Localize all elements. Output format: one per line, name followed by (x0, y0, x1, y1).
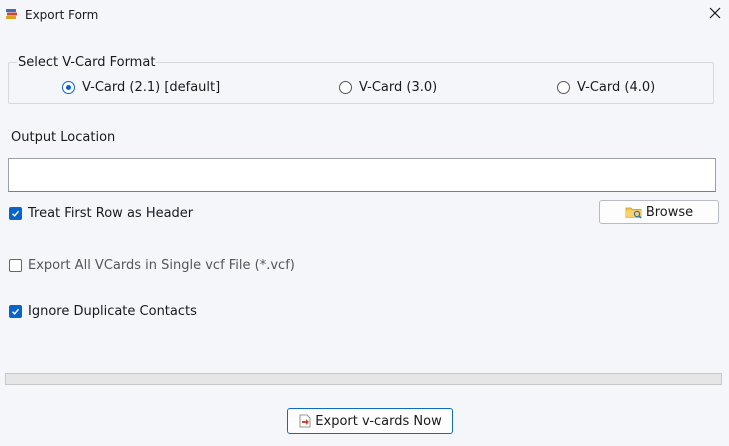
checkbox-indicator[interactable] (9, 259, 22, 272)
radio-indicator[interactable] (339, 81, 352, 94)
window-title: Export Form (25, 8, 99, 22)
radio-indicator[interactable] (557, 81, 570, 94)
export-vcards-button[interactable]: Export v-cards Now (287, 408, 453, 434)
output-location-input[interactable] (8, 158, 716, 192)
title-bar[interactable]: Export Form (0, 0, 729, 30)
radio-label: V-Card (2.1) [default] (82, 80, 221, 95)
first-row-header-checkbox[interactable]: Treat First Row as Header (9, 206, 193, 221)
radio-indicator[interactable] (62, 81, 75, 94)
vcard-format-legend: Select V-Card Format (17, 55, 157, 70)
close-icon (709, 7, 721, 23)
close-button[interactable] (700, 0, 729, 30)
checkbox-label: Export All VCards in Single vcf File (*.… (28, 258, 295, 273)
checkbox-indicator[interactable] (9, 305, 22, 318)
radio-vcard-2-1[interactable]: V-Card (2.1) [default] (62, 80, 220, 95)
books-icon (5, 7, 19, 21)
checkbox-label: Treat First Row as Header (28, 206, 194, 221)
browse-label: Browse (645, 204, 694, 220)
browse-button[interactable]: Browse (599, 200, 719, 224)
check-icon (12, 210, 20, 217)
radio-vcard-3-0[interactable]: V-Card (3.0) (339, 80, 437, 95)
radio-label: V-Card (4.0) (577, 80, 656, 95)
ignore-duplicates-checkbox[interactable]: Ignore Duplicate Contacts (9, 304, 197, 319)
radio-label: V-Card (3.0) (359, 80, 438, 95)
output-location-label: Output Location (11, 130, 116, 145)
checkbox-label: Ignore Duplicate Contacts (28, 304, 197, 319)
checkbox-indicator[interactable] (9, 207, 22, 220)
export-form-window: Export Form Select V-Card Format V-Card … (0, 0, 729, 446)
single-vcf-checkbox[interactable]: Export All VCards in Single vcf File (*.… (9, 258, 295, 273)
export-file-icon (298, 414, 312, 428)
export-progress-bar (5, 373, 722, 385)
export-label: Export v-cards Now (315, 413, 442, 429)
check-icon (12, 308, 20, 315)
radio-vcard-4-0[interactable]: V-Card (4.0) (557, 80, 655, 95)
folder-icon (625, 205, 643, 219)
